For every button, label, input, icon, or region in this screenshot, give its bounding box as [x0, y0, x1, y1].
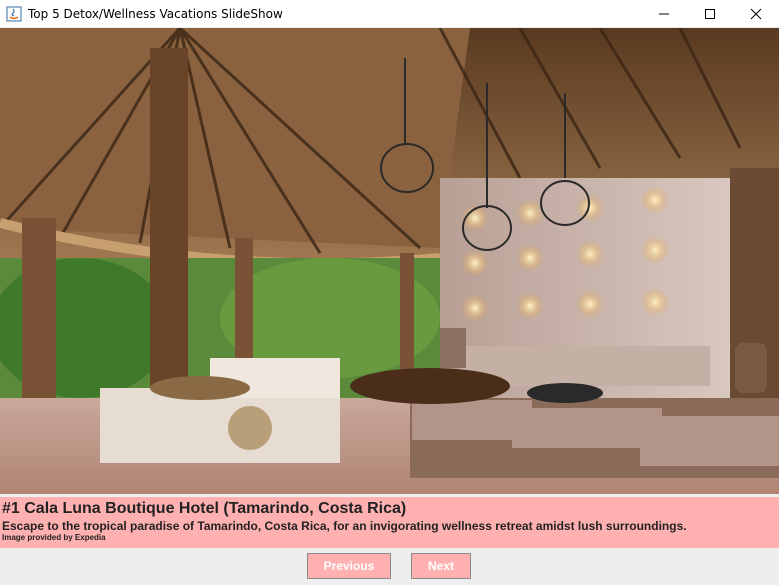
- window-controls: [641, 0, 779, 27]
- slide-caption: #1 Cala Luna Boutique Hotel (Tamarindo, …: [0, 497, 779, 548]
- slide-title: #1 Cala Luna Boutique Hotel (Tamarindo, …: [2, 500, 407, 517]
- app-window: Top 5 Detox/Wellness Vacations SlideShow: [0, 0, 779, 585]
- java-app-icon: [6, 6, 22, 22]
- navigation-bar: Previous Next: [0, 553, 779, 579]
- slide-description: Escape to the tropical paradise of Tamar…: [2, 519, 687, 533]
- image-credit: Image provided by Expedia: [2, 533, 106, 542]
- minimize-icon[interactable]: [641, 0, 687, 27]
- previous-button[interactable]: Previous: [307, 553, 391, 579]
- close-icon[interactable]: [733, 0, 779, 27]
- maximize-icon[interactable]: [687, 0, 733, 27]
- next-button[interactable]: Next: [411, 553, 471, 579]
- window-title: Top 5 Detox/Wellness Vacations SlideShow: [28, 6, 283, 21]
- slide-image: [0, 28, 779, 494]
- title-bar: Top 5 Detox/Wellness Vacations SlideShow: [0, 0, 779, 27]
